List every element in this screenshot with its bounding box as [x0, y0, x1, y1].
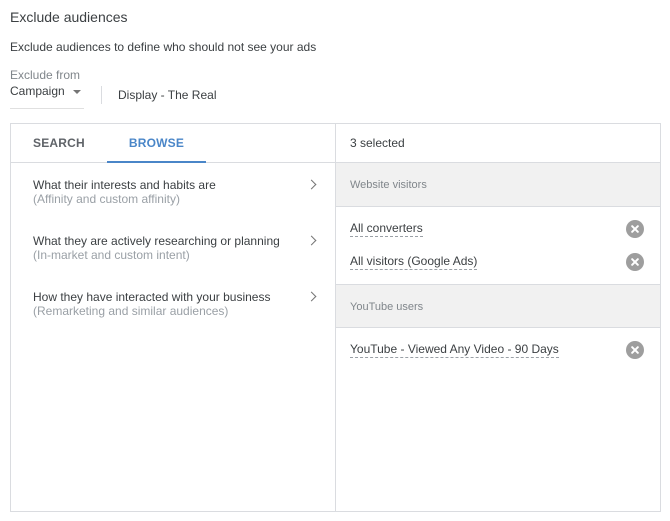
browse-item-title: What they are actively researching or pl… [33, 234, 280, 248]
browse-item-subtitle: (Remarketing and similar audiences) [33, 304, 229, 318]
selected-item: All converters [336, 212, 660, 245]
browse-pane: SEARCH BROWSE What their interests and h… [11, 124, 336, 511]
selected-item-name[interactable]: All visitors (Google Ads) [350, 254, 478, 270]
group-header-youtube-users: YouTube users [336, 284, 660, 328]
browse-item-title: What their interests and habits are [33, 178, 216, 192]
page-title: Exclude audiences [10, 9, 128, 25]
exclude-from-value: Campaign [10, 84, 65, 98]
browse-item-subtitle: (Affinity and custom affinity) [33, 192, 180, 206]
tab-bar: SEARCH BROWSE [11, 124, 335, 163]
tab-search[interactable]: SEARCH [11, 124, 107, 162]
group-items: YouTube - Viewed Any Video - 90 Days [336, 328, 660, 372]
group-header-website-visitors: Website visitors [336, 163, 660, 207]
browse-item-researching[interactable]: What they are actively researching or pl… [11, 219, 335, 275]
group-items: All converters All visitors (Google Ads) [336, 207, 660, 284]
browse-item-interests[interactable]: What their interests and habits are (Aff… [11, 163, 335, 219]
selected-item-name[interactable]: All converters [350, 221, 423, 237]
exclude-from-select[interactable]: Campaign [10, 84, 84, 109]
browse-list: What their interests and habits are (Aff… [11, 163, 335, 331]
browse-item-subtitle: (In-market and custom intent) [33, 248, 190, 262]
selected-count: 3 selected [336, 124, 660, 163]
browse-item-interacted[interactable]: How they have interacted with your busin… [11, 275, 335, 331]
selected-item: YouTube - Viewed Any Video - 90 Days [336, 333, 660, 366]
browse-item-title: How they have interacted with your busin… [33, 290, 271, 304]
exclude-from-label: Exclude from [10, 68, 81, 82]
remove-circle-icon[interactable] [626, 252, 644, 271]
campaign-name: Display - The Real [118, 88, 217, 102]
divider [101, 86, 102, 104]
selected-item: All visitors (Google Ads) [336, 245, 660, 278]
selected-pane: 3 selected Website visitors All converte… [336, 124, 660, 511]
exclude-from-field: Exclude from Campaign [10, 68, 84, 109]
remove-circle-icon[interactable] [626, 219, 644, 238]
remove-circle-icon[interactable] [626, 340, 644, 359]
audience-panel: SEARCH BROWSE What their interests and h… [10, 123, 661, 512]
selected-item-name[interactable]: YouTube - Viewed Any Video - 90 Days [350, 342, 559, 358]
tab-browse[interactable]: BROWSE [106, 124, 207, 163]
page-subtitle: Exclude audiences to define who should n… [10, 40, 317, 54]
caret-down-icon [72, 89, 81, 94]
